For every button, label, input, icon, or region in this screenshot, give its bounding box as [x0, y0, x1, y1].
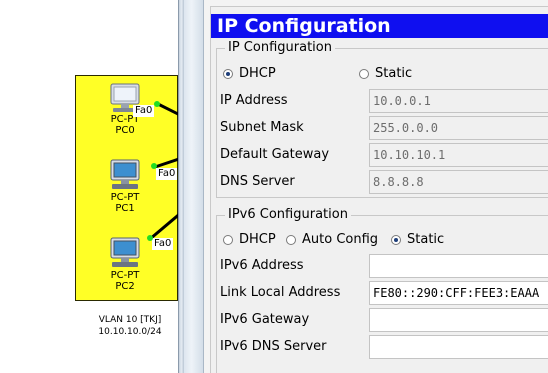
default-gateway-field[interactable]: 10.10.10.1 — [369, 143, 548, 167]
pc-icon — [110, 237, 140, 267]
vlan-caption: VLAN 10 [TKJ] 10.10.10.0/24 — [80, 314, 178, 338]
ipv6-dhcp-radio[interactable]: DHCP — [223, 232, 276, 247]
ipv6-dns-server-field[interactable] — [369, 335, 548, 359]
panel-title: IP Configuration — [211, 14, 548, 38]
link-local-address-label: Link Local Address — [220, 285, 341, 300]
link-light-icon — [154, 101, 160, 107]
link-light-icon — [151, 163, 157, 169]
radio-unselected-icon — [359, 68, 369, 79]
ipv6-gateway-label: IPv6 Gateway — [220, 312, 310, 327]
pc1-device[interactable]: PC-PT PC1 — [103, 158, 147, 214]
ipv4-group-legend: IP Configuration — [225, 40, 335, 56]
ipv6-gateway-field[interactable] — [369, 308, 548, 332]
subnet-mask-field[interactable]: 255.0.0.0 — [369, 116, 548, 140]
ipv6-static-radio[interactable]: Static — [391, 232, 444, 247]
pc-icon — [110, 159, 140, 189]
link-light-icon — [147, 235, 153, 241]
cable-pc1 — [154, 157, 178, 169]
pc-name-label: PC2 — [115, 281, 135, 292]
dns-server-field[interactable]: 8.8.8.8 — [369, 170, 548, 194]
ipv6-group: IPv6 Configuration DHCP Auto Config Stat… — [216, 207, 548, 373]
vlan-subnet-label: 10.10.10.0/24 — [98, 327, 162, 337]
ipv6-address-label: IPv6 Address — [220, 258, 304, 273]
radio-unselected-icon — [286, 234, 296, 245]
ipv6-dhcp-label: DHCP — [239, 232, 276, 247]
ipv6-auto-config-label: Auto Config — [302, 232, 379, 247]
ip-address-label: IP Address — [220, 93, 288, 108]
vlan-name-label: VLAN 10 [TKJ] — [98, 315, 162, 325]
ipv6-group-legend: IPv6 Configuration — [225, 207, 351, 223]
ipv6-dns-server-label: IPv6 DNS Server — [220, 339, 327, 354]
ip-configuration-panel: IP Configuration IP Configuration DHCP S… — [204, 0, 548, 373]
ipv4-dhcp-radio[interactable]: DHCP — [223, 66, 276, 81]
window-border — [184, 0, 204, 373]
pc-type-label: PC-PT — [110, 270, 140, 281]
ipv6-auto-config-radio[interactable]: Auto Config — [286, 232, 378, 247]
radio-selected-icon — [391, 234, 401, 245]
topology-workspace[interactable]: PC-PT PC0 Fa0 PC-PT PC1 Fa0 PC-PT PC2 Fa… — [0, 0, 178, 373]
pc-name-label: PC0 — [115, 125, 135, 136]
dns-server-label: DNS Server — [220, 174, 295, 189]
ipv4-static-radio[interactable]: Static — [359, 66, 412, 81]
ip-address-field[interactable]: 10.0.0.1 — [369, 89, 548, 113]
radio-unselected-icon — [223, 234, 233, 245]
cable-pc0 — [157, 102, 178, 116]
radio-selected-icon — [223, 68, 233, 79]
port-label: Fa0 — [133, 105, 155, 117]
pc-name-label: PC1 — [115, 203, 135, 214]
pc-type-label: PC-PT — [110, 192, 140, 203]
ipv4-static-label: Static — [375, 66, 413, 81]
pc2-device[interactable]: PC-PT PC2 — [103, 236, 147, 292]
port-label: Fa0 — [156, 168, 178, 180]
ipv6-static-label: Static — [407, 232, 445, 247]
ipv4-dhcp-label: DHCP — [239, 66, 276, 81]
default-gateway-label: Default Gateway — [220, 147, 330, 162]
link-local-address-field[interactable]: FE80::290:CFF:FEE3:EAAA — [369, 281, 548, 305]
ipv4-group: IP Configuration DHCP Static IP Address … — [216, 40, 548, 198]
ipv6-address-field[interactable] — [369, 254, 548, 278]
cable-pc2 — [149, 213, 178, 241]
subnet-mask-label: Subnet Mask — [220, 120, 304, 135]
port-label: Fa0 — [152, 238, 174, 250]
